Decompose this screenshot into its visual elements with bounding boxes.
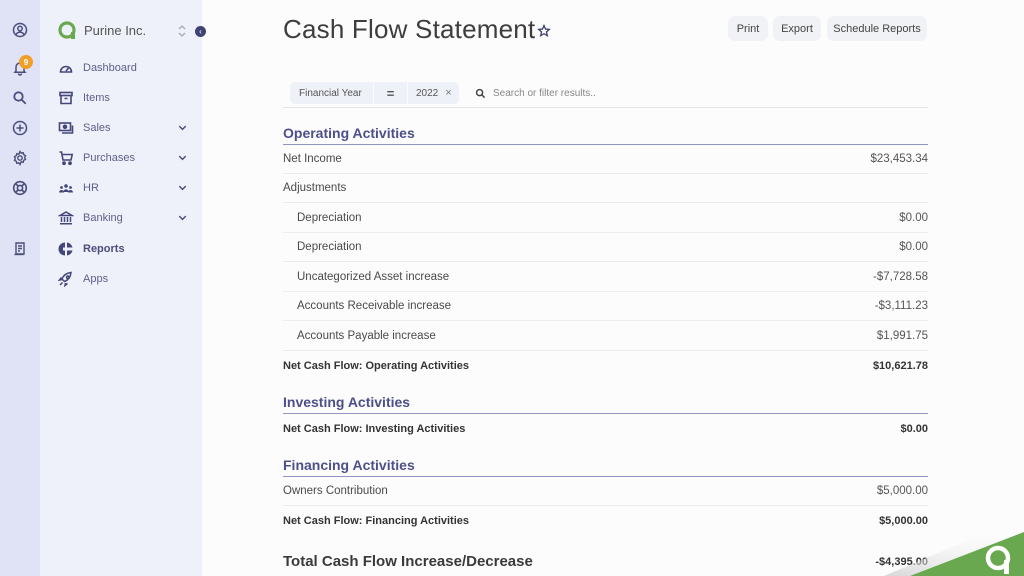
filter-field-chip[interactable]: Financial Year (290, 82, 373, 104)
search-icon[interactable] (10, 88, 30, 108)
sidebar-item-hr[interactable]: HR (58, 177, 188, 199)
sidebar-item-items[interactable]: Items (58, 87, 188, 109)
table-row: Net Income $23,453.34 (283, 145, 928, 174)
export-button[interactable]: Export (773, 16, 821, 41)
row-amount: $5,000.00 (876, 485, 928, 497)
sidebar-item-label: Sales (83, 122, 111, 134)
sidebar-item-apps[interactable]: Apps (58, 268, 188, 290)
icon-bar: 9 (0, 0, 40, 576)
sidebar-item-label: Items (83, 92, 110, 104)
search-icon (475, 88, 486, 99)
row-amount: -$7,728.58 (873, 271, 928, 283)
money-icon (58, 120, 74, 136)
row-label: Adjustments (283, 182, 347, 194)
row-label: Depreciation (297, 212, 362, 224)
chevron-down-icon[interactable] (177, 122, 188, 133)
total-row-investing: Net Cash Flow: Investing Activities $0.0… (283, 414, 928, 443)
collapse-sidebar-button[interactable]: ‹ (195, 26, 206, 37)
gear-icon[interactable] (10, 148, 30, 168)
row-label: Accounts Receivable increase (297, 300, 452, 312)
chevron-down-icon[interactable] (177, 152, 188, 163)
row-amount: $23,453.34 (870, 153, 928, 165)
page-title: Cash Flow Statement (283, 14, 536, 44)
cart-icon (58, 150, 74, 166)
profile-icon[interactable] (10, 20, 30, 40)
sidebar: Purine Inc. ‹ Dashboard Items Sales Purc… (40, 0, 206, 576)
bank-icon (58, 210, 74, 226)
grand-total-label: Total Cash Flow Increase/Decrease (283, 553, 533, 570)
row-amount: $0.00 (899, 212, 928, 224)
brand-watermark-icon (884, 516, 1024, 576)
table-row: Accounts Payable increase $1,991.75 (283, 322, 928, 351)
pie-chart-icon (58, 241, 74, 257)
notification-badge: 9 (19, 55, 33, 69)
filter-value: 2022 (416, 87, 439, 99)
chevron-down-icon[interactable] (177, 212, 188, 223)
row-amount: $10,621.78 (872, 359, 928, 372)
sidebar-item-reports[interactable]: Reports (58, 238, 188, 260)
row-amount: $1,991.75 (876, 330, 928, 342)
row-amount: -$3,111.23 (874, 300, 928, 312)
archive-icon (58, 90, 74, 106)
people-icon (58, 180, 74, 196)
row-label: Net Cash Flow: Investing Activities (283, 422, 466, 435)
table-row: Adjustments (283, 174, 928, 203)
row-label: Accounts Payable increase (297, 330, 436, 342)
row-amount: $0.00 (900, 422, 928, 435)
table-row: Accounts Receivable increase -$3,111.23 (283, 292, 928, 321)
row-label: Net Income (283, 153, 342, 165)
table-row: Depreciation $0.00 (283, 233, 928, 262)
plus-circle-icon[interactable] (10, 118, 30, 138)
chevron-down-icon[interactable] (177, 182, 188, 193)
company-name: Purine Inc. (84, 22, 147, 38)
row-label: Owners Contribution (283, 485, 388, 497)
section-heading-financing: Financing Activities (283, 457, 928, 477)
company-switcher[interactable]: Purine Inc. (57, 20, 146, 40)
sidebar-item-label: Purchases (83, 152, 135, 164)
sidebar-item-purchases[interactable]: Purchases (58, 147, 188, 169)
sidebar-item-label: Apps (83, 273, 109, 285)
section-heading-investing: Investing Activities (283, 394, 928, 414)
table-row: Uncategorized Asset increase -$7,728.58 (283, 263, 928, 292)
sidebar-item-banking[interactable]: Banking (58, 207, 188, 229)
schedule-reports-button[interactable]: Schedule Reports (827, 16, 927, 41)
sidebar-item-label: Reports (83, 243, 125, 255)
sidebar-item-sales[interactable]: Sales (58, 117, 188, 139)
receipt-icon[interactable] (10, 239, 30, 259)
row-amount: $0.00 (899, 241, 928, 253)
sidebar-item-dashboard[interactable]: Dashboard (58, 57, 188, 79)
table-row: Depreciation $0.00 (283, 204, 928, 233)
brand-logo-icon (58, 21, 76, 39)
row-label: Net Cash Flow: Financing Activities (283, 514, 470, 527)
sidebar-item-label: Dashboard (83, 62, 137, 74)
print-button[interactable]: Print (728, 16, 768, 41)
gauge-icon (58, 60, 74, 76)
sidebar-item-label: Banking (83, 212, 123, 224)
grand-total-row: Total Cash Flow Increase/Decrease -$4,39… (283, 553, 928, 570)
filter-value-chip[interactable]: 2022 × (408, 82, 459, 104)
row-label: Depreciation (297, 241, 362, 253)
filter-operator-chip[interactable]: = (374, 82, 407, 104)
support-icon[interactable] (10, 178, 30, 198)
favorite-star-icon[interactable] (537, 24, 551, 38)
table-row: Owners Contribution $5,000.00 (283, 477, 928, 506)
section-heading-operating: Operating Activities (283, 125, 928, 145)
switch-company-icon[interactable] (177, 23, 187, 39)
total-row-operating: Net Cash Flow: Operating Activities $10,… (283, 351, 928, 380)
sidebar-item-label: HR (83, 182, 99, 194)
search-input[interactable] (493, 85, 793, 101)
row-label: Net Cash Flow: Operating Activities (283, 359, 470, 372)
filter-bar: Financial Year = 2022 × (283, 82, 928, 108)
total-row-financing: Net Cash Flow: Financing Activities $5,0… (283, 506, 928, 535)
row-label: Uncategorized Asset increase (297, 271, 450, 283)
remove-filter-icon[interactable]: × (445, 87, 451, 99)
rocket-icon (58, 271, 74, 287)
